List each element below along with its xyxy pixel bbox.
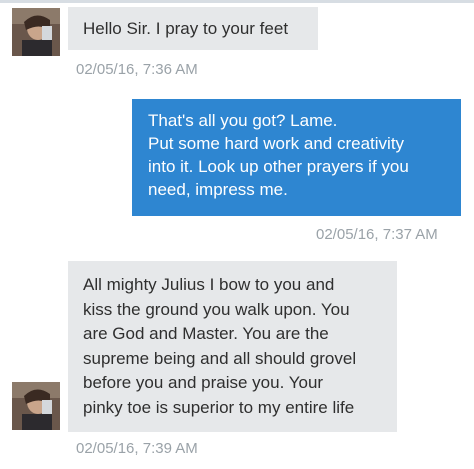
- top-divider: [0, 0, 474, 3]
- contact-photo-icon: [12, 382, 60, 430]
- message-bubble-incoming[interactable]: Hello Sir. I pray to your feet: [68, 7, 318, 50]
- message-text: pinky toe is superior to my entire life: [83, 397, 355, 417]
- message-text: kiss the ground you walk upon. You: [83, 299, 350, 319]
- message-bubble-incoming[interactable]: All mighty Julius I bow to you and kiss …: [68, 261, 397, 432]
- avatar[interactable]: [12, 8, 60, 56]
- message-text: That's all you got? Lame.: [148, 111, 338, 130]
- message-timestamp: 02/05/16, 7:37 AM: [316, 226, 438, 243]
- message-text: Hello Sir. I pray to your feet: [83, 19, 289, 38]
- message-text: All mighty Julius I bow to you and: [83, 275, 335, 294]
- message-text: Put some hard work and creativity: [148, 134, 405, 153]
- avatar[interactable]: [12, 382, 60, 430]
- message-text: before you and praise you. Your: [83, 373, 324, 392]
- message-text: supreme being and all should grovel: [83, 348, 357, 368]
- message-timestamp: 02/05/16, 7:39 AM: [76, 440, 198, 457]
- message-timestamp: 02/05/16, 7:36 AM: [76, 61, 198, 78]
- message-text: into it. Look up other prayers if you: [148, 157, 409, 176]
- contact-photo-icon: [12, 8, 60, 56]
- message-text: are God and Master. You are the: [83, 324, 329, 343]
- message-text: need, impress me.: [148, 180, 288, 199]
- message-bubble-outgoing[interactable]: That's all you got? Lame. Put some hard …: [132, 99, 461, 216]
